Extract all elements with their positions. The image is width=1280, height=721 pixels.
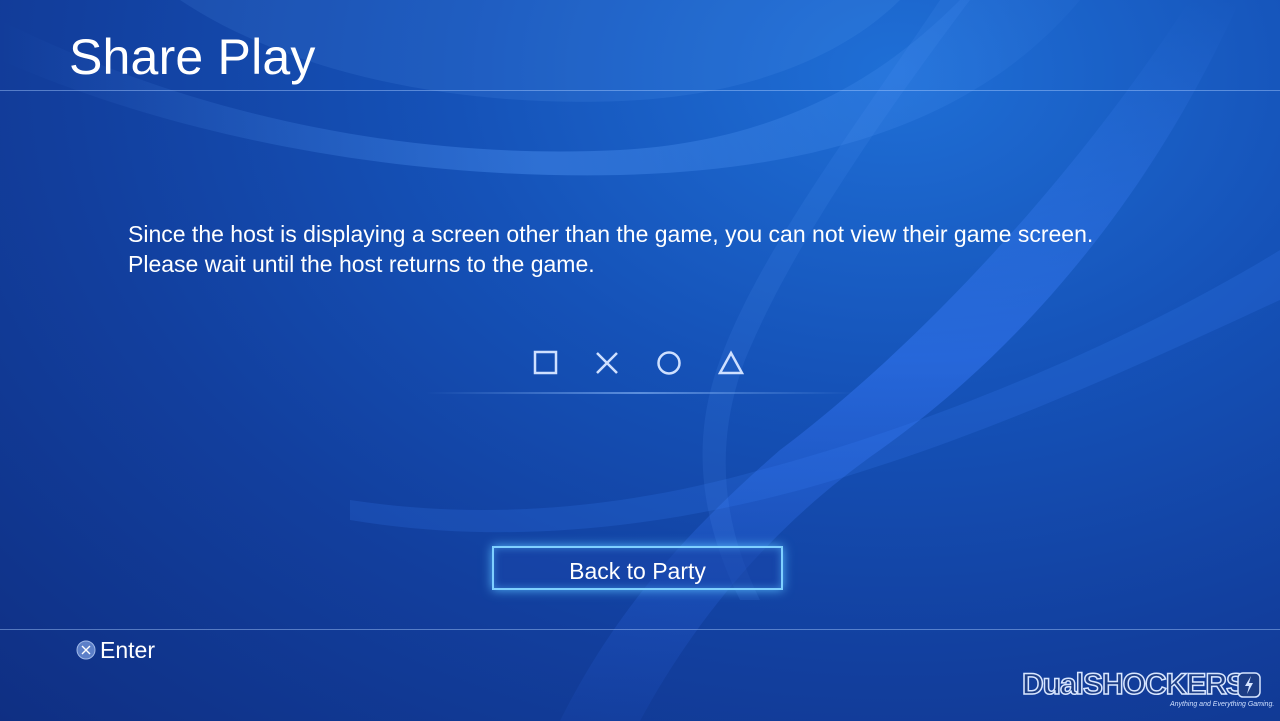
watermark-logo: DualSHOCKERS Anything and Everything Gam… [1021,667,1274,712]
back-to-party-button[interactable]: Back to Party [492,546,783,590]
enter-label: Enter [100,636,155,663]
symbols-underline [425,392,855,394]
triangle-icon [717,350,745,375]
square-icon [533,350,558,375]
header-divider [0,90,1280,91]
lightning-bolt-icon [1237,672,1261,698]
cross-button-icon [76,640,96,660]
circle-icon [657,351,681,375]
enter-hint: Enter [76,636,155,664]
cross-icon [596,352,618,374]
watermark-tagline: Anything and Everything Gaming. [1170,701,1275,708]
watermark-text: DualSHOCKERS [1021,667,1247,702]
footer-divider [0,629,1280,630]
host-status-message: Since the host is displaying a screen ot… [128,219,1093,279]
message-line-1: Since the host is displaying a screen ot… [128,221,1094,247]
playstation-symbols [520,350,760,394]
page-title: Share Play [69,29,316,85]
message-line-2: Please wait until the host returns to th… [128,251,595,277]
